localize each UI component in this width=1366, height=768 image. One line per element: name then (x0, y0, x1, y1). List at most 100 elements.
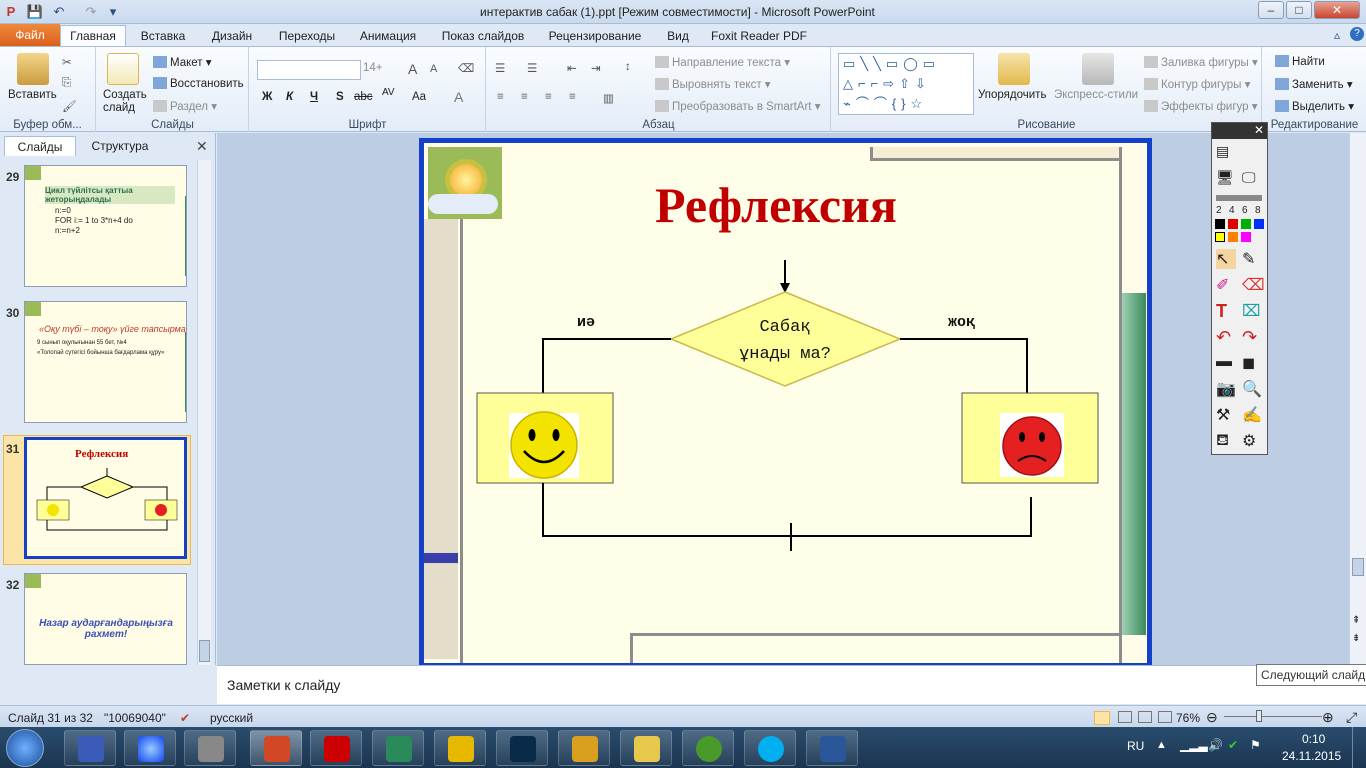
section-button[interactable]: Раздел ▾ (153, 99, 217, 113)
shapes-gallery[interactable]: ▭╲╲▭◯▭ △⌐⌐⇨⇧⇩ ⌁⌒⌒{}☆ (838, 53, 974, 115)
case-button[interactable]: Aa (412, 91, 426, 103)
columns-icon[interactable]: ▥ (603, 91, 614, 105)
replace-button[interactable]: Заменить ▾ (1275, 77, 1353, 91)
ink-desktop-icon[interactable]: 🖵 (1242, 169, 1256, 186)
zoom-out-icon[interactable]: ⊖ (1206, 709, 1218, 726)
ink-close-icon[interactable]: ✕ (1254, 123, 1264, 137)
panel-scrollbar[interactable] (197, 160, 211, 665)
taskbar-browser[interactable] (124, 730, 176, 766)
tab-home[interactable]: Главная (60, 25, 126, 47)
ink-redo-icon[interactable]: ↷ (1242, 327, 1262, 347)
indent-increase-icon[interactable]: ⇥ (591, 61, 601, 75)
tab-animations[interactable]: Анимация (350, 26, 426, 46)
paste-icon[interactable] (17, 53, 49, 85)
taskbar-7zip[interactable] (434, 730, 486, 766)
tab-foxit[interactable]: Foxit Reader PDF (706, 26, 812, 46)
powerpoint-logo-icon[interactable]: P (2, 3, 20, 21)
sorter-view-icon[interactable] (1118, 711, 1132, 723)
taskbar-photoshop[interactable] (496, 730, 548, 766)
color-blue[interactable] (1254, 219, 1264, 229)
prev-slide-icon[interactable]: ⇞ (1352, 615, 1360, 626)
start-button[interactable] (6, 729, 44, 767)
redo-icon[interactable]: ↷ (82, 3, 100, 21)
color-green[interactable] (1241, 219, 1251, 229)
shape-fill-button[interactable]: Заливка фигуры ▾ (1144, 55, 1258, 69)
font-size-input[interactable]: 14+ (363, 62, 401, 82)
tab-insert[interactable]: Вставка (130, 26, 196, 46)
happy-face-icon[interactable] (510, 411, 578, 479)
magnifier-icon[interactable]: 🔍 (1242, 379, 1262, 399)
cut-icon[interactable]: ✂ (62, 55, 72, 69)
scroll-thumb[interactable] (199, 640, 210, 662)
taskbar-media[interactable] (184, 730, 236, 766)
tray-language[interactable]: RU (1127, 739, 1144, 753)
sad-face-icon[interactable] (1002, 416, 1062, 476)
ink-size-2[interactable]: 2 (1216, 205, 1222, 216)
minimize-button[interactable]: – (1258, 1, 1284, 19)
zoom-in-icon[interactable]: ⊕ (1322, 709, 1334, 726)
line-spacing-icon[interactable]: ↕ (625, 61, 631, 73)
tray-date[interactable]: 24.11.2015 (1282, 749, 1341, 763)
indent-decrease-icon[interactable]: ⇤ (567, 61, 577, 75)
tab-slideshow[interactable]: Показ слайдов (430, 26, 536, 46)
taskbar-skype[interactable] (744, 730, 796, 766)
tab-slides[interactable]: Слайды (4, 136, 76, 156)
clear-tool-icon[interactable]: ⌧ (1242, 301, 1262, 321)
ink-size-4[interactable]: 4 (1229, 205, 1235, 216)
ink-screen-icon[interactable]: 🖥 (1216, 169, 1234, 186)
align-center-icon[interactable]: ≡ (521, 91, 528, 103)
select-button[interactable]: Выделить ▾ (1275, 99, 1354, 113)
color-red[interactable] (1228, 219, 1238, 229)
theme-name[interactable]: "10069040" (104, 711, 166, 725)
tab-transitions[interactable]: Переходы (268, 26, 346, 46)
format-painter-icon[interactable]: 🖌 (62, 99, 77, 113)
undo-icon[interactable]: ↶ (50, 3, 68, 21)
new-slide-button[interactable]: Создать слайд (103, 89, 147, 115)
taskbar-powerpoint[interactable] (250, 730, 302, 766)
whiteboard-icon[interactable]: ◼ (1242, 353, 1262, 373)
ribbon-collapse-icon[interactable]: ▵ (1334, 28, 1340, 42)
new-slide-icon[interactable] (107, 53, 139, 85)
grow-font-icon[interactable]: A (408, 61, 417, 77)
justify-icon[interactable]: ≡ (569, 91, 576, 103)
brush-icon[interactable]: ✍ (1242, 405, 1262, 425)
close-button[interactable]: ✕ (1314, 1, 1360, 19)
tools-icon[interactable]: ⚒ (1216, 405, 1236, 425)
spacing-button[interactable]: AV (382, 87, 395, 98)
maximize-button[interactable]: □ (1286, 1, 1312, 19)
smartart-button[interactable]: Преобразовать в SmartArt ▾ (655, 99, 820, 113)
layout-button[interactable]: Макет ▾ (153, 55, 212, 69)
arrange-button[interactable]: Упорядочить (978, 89, 1046, 101)
shape-outline-button[interactable]: Контур фигуры ▾ (1144, 77, 1250, 91)
blackboard-icon[interactable]: ▬ (1216, 353, 1236, 373)
bullets-icon[interactable]: ☰ (495, 61, 505, 75)
slide-scrollbar[interactable]: ⇞ ⇟ (1349, 133, 1366, 665)
pen-tool-icon[interactable]: ✎ (1242, 249, 1262, 269)
taskbar-explorer[interactable] (620, 730, 672, 766)
language-indicator[interactable]: русский (210, 711, 253, 725)
slide-thumbnail-31[interactable]: Рефлексия (24, 437, 187, 559)
font-color-button[interactable]: A (454, 89, 463, 105)
tab-file[interactable]: Файл (0, 24, 60, 46)
ink-toolbar-header[interactable]: ✕ (1212, 123, 1267, 139)
ink-size-8[interactable]: 8 (1255, 205, 1261, 216)
shrink-font-icon[interactable]: A (430, 63, 437, 75)
tab-outline[interactable]: Структура (80, 136, 160, 156)
reading-view-icon[interactable] (1138, 711, 1152, 723)
taskbar-app[interactable] (372, 730, 424, 766)
tab-view[interactable]: Вид (656, 26, 700, 46)
tab-review[interactable]: Рецензирование (540, 26, 650, 46)
strike-button[interactable]: abc (354, 91, 373, 103)
notes-pane[interactable]: Заметки к слайду (217, 665, 1366, 704)
fit-slide-icon[interactable]: ⤢ (1346, 709, 1357, 726)
font-name-input[interactable] (257, 60, 361, 80)
taskbar-flash[interactable] (310, 730, 362, 766)
paste-button[interactable]: Вставить (8, 89, 57, 101)
customize-qat-icon[interactable]: ▾ (104, 3, 122, 21)
color-yellow[interactable] (1215, 232, 1225, 242)
italic-button[interactable]: К (286, 91, 293, 103)
zoom-slider-thumb[interactable] (1256, 710, 1262, 722)
ink-menu-icon[interactable]: ▤ (1216, 143, 1229, 160)
color-orange[interactable] (1228, 232, 1238, 242)
tab-design[interactable]: Дизайн (200, 26, 264, 46)
